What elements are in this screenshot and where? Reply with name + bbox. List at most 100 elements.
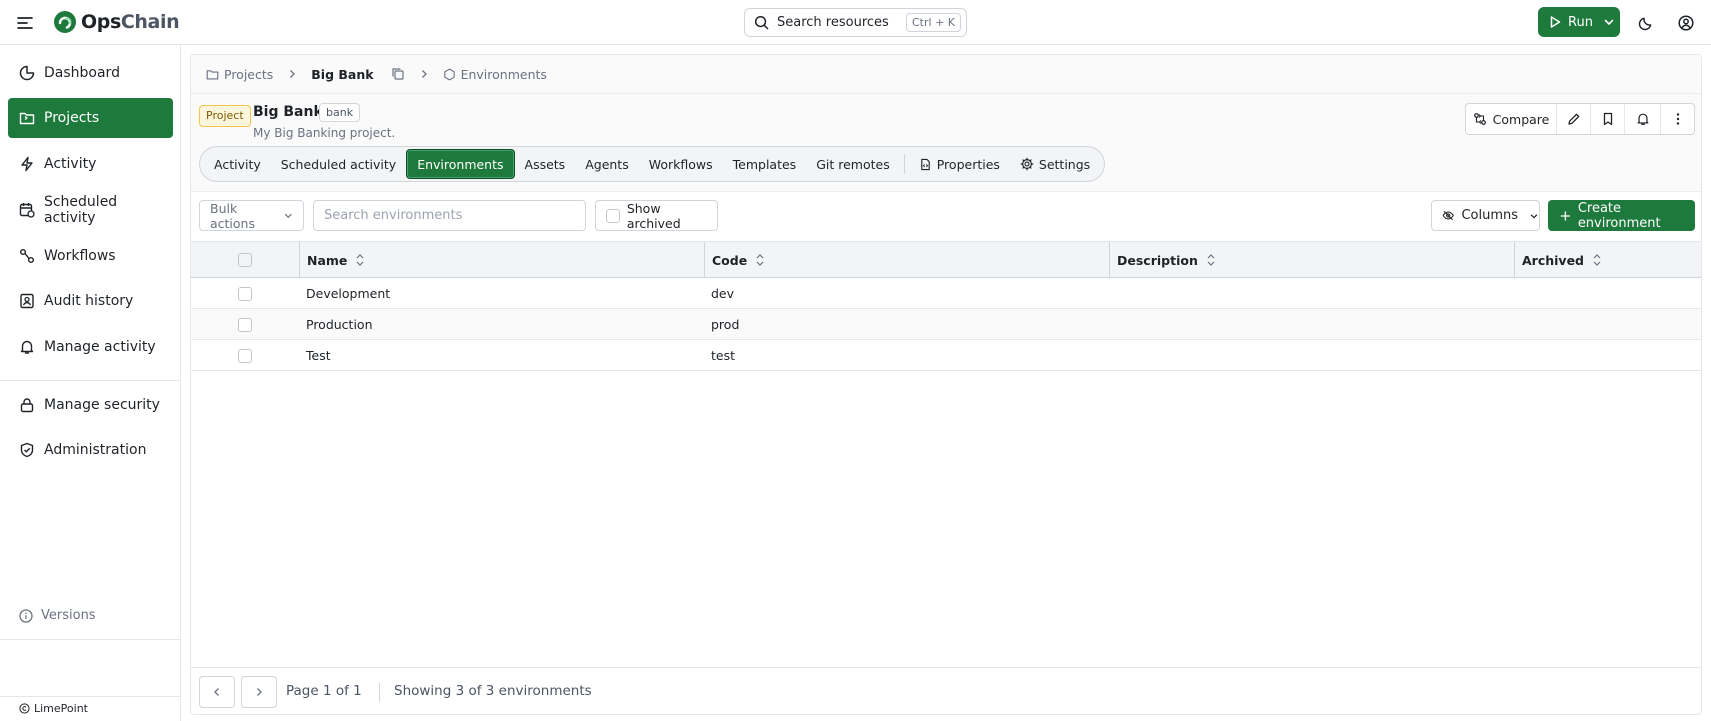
cell-name[interactable]: Production bbox=[306, 309, 373, 340]
theme-toggle-moon-icon[interactable] bbox=[1634, 12, 1656, 34]
tab-assets[interactable]: Assets bbox=[515, 149, 576, 179]
sidebar-divider bbox=[0, 639, 181, 640]
more-vertical-icon[interactable] bbox=[1660, 104, 1694, 134]
sort-icon[interactable] bbox=[1206, 253, 1216, 267]
sort-icon[interactable] bbox=[1592, 253, 1602, 267]
previous-page-button[interactable] bbox=[199, 676, 235, 708]
compare-icon bbox=[1473, 113, 1486, 125]
create-environment-button[interactable]: Create environment bbox=[1548, 200, 1695, 231]
chevron-right-icon bbox=[419, 69, 429, 79]
breadcrumb: Projects Big Bank Environments bbox=[191, 55, 1701, 94]
sidebar-item-label: Projects bbox=[44, 110, 100, 126]
column-header-name[interactable]: Name bbox=[299, 242, 704, 278]
table-row[interactable]: Production prod bbox=[191, 309, 1701, 340]
bulk-actions-dropdown[interactable]: Bulk actions bbox=[199, 200, 304, 231]
table-row[interactable]: Development dev bbox=[191, 278, 1701, 309]
sidebar-item-manage-activity[interactable]: Manage activity bbox=[8, 327, 173, 367]
run-button[interactable]: Run bbox=[1538, 7, 1620, 37]
column-header-description[interactable]: Description bbox=[1109, 242, 1514, 278]
project-actions: Compare bbox=[1465, 103, 1695, 135]
play-icon bbox=[1550, 16, 1561, 28]
hexagon-icon bbox=[443, 67, 455, 81]
cell-code: prod bbox=[711, 317, 740, 332]
sidebar-item-projects[interactable]: Projects bbox=[8, 98, 173, 138]
cell-name[interactable]: Development bbox=[306, 278, 390, 309]
sidebar-item-manage-security[interactable]: Manage security bbox=[8, 385, 173, 425]
user-account-icon[interactable] bbox=[1675, 12, 1697, 34]
tab-scheduled-activity[interactable]: Scheduled activity bbox=[271, 149, 406, 179]
select-all-cell bbox=[191, 242, 299, 278]
compare-button[interactable]: Compare bbox=[1466, 104, 1556, 134]
cell-name[interactable]: Test bbox=[306, 340, 331, 371]
top-bar: OpsChain Search resources Ctrl + K Run bbox=[0, 0, 1711, 45]
column-header-code[interactable]: Code bbox=[704, 242, 1109, 278]
column-header-archived[interactable]: Archived bbox=[1514, 242, 1701, 278]
plus-icon bbox=[1560, 210, 1571, 221]
copyright-icon bbox=[19, 703, 30, 714]
sidebar-item-scheduled-activity[interactable]: Scheduled activity bbox=[8, 190, 173, 230]
cell-code: test bbox=[711, 348, 736, 363]
footer-copyright: LimePoint bbox=[19, 702, 88, 715]
search-icon bbox=[754, 15, 769, 30]
breadcrumb-project[interactable]: Big Bank bbox=[311, 67, 404, 82]
bell-icon bbox=[20, 340, 34, 354]
row-checkbox[interactable] bbox=[238, 286, 252, 301]
app-name: OpsChain bbox=[81, 11, 180, 33]
next-page-button[interactable] bbox=[241, 676, 277, 708]
show-archived-checkbox[interactable] bbox=[606, 208, 620, 223]
app-logo[interactable]: OpsChain bbox=[53, 10, 180, 34]
gear-icon bbox=[1020, 157, 1034, 171]
table-row[interactable]: Test test bbox=[191, 340, 1701, 371]
copy-icon[interactable] bbox=[391, 67, 405, 81]
edit-pencil-icon[interactable] bbox=[1556, 104, 1590, 134]
table-header: Name Code Description Archived bbox=[191, 242, 1701, 278]
table-toolbar: Bulk actions Show archived Columns Creat… bbox=[191, 192, 1701, 242]
breadcrumb-projects-label: Projects bbox=[224, 66, 274, 82]
column-header-label: Code bbox=[712, 252, 748, 268]
sidebar-item-dashboard[interactable]: Dashboard bbox=[8, 53, 173, 93]
sort-icon[interactable] bbox=[355, 253, 365, 267]
sidebar-item-activity[interactable]: Activity bbox=[8, 144, 173, 184]
search-label: Search resources bbox=[777, 15, 889, 30]
environment-search-input[interactable] bbox=[313, 200, 586, 231]
sidebar-item-label: Administration bbox=[44, 442, 147, 458]
sidebar-item-label: Manage activity bbox=[44, 339, 156, 355]
breadcrumb-project-label: Big Bank bbox=[311, 66, 374, 82]
columns-dropdown[interactable]: Columns bbox=[1431, 200, 1540, 231]
tab-properties[interactable]: Properties bbox=[909, 149, 1010, 179]
versions-link[interactable]: Versions bbox=[19, 608, 96, 623]
chevron-left-icon bbox=[214, 688, 219, 696]
chevron-down-icon bbox=[284, 213, 292, 219]
tab-activity[interactable]: Activity bbox=[204, 149, 271, 179]
tab-settings[interactable]: Settings bbox=[1010, 149, 1100, 179]
sort-icon[interactable] bbox=[755, 253, 765, 267]
show-archived-label: Show archived bbox=[626, 200, 681, 231]
notification-bell-icon[interactable] bbox=[1624, 104, 1660, 134]
eye-off-icon bbox=[1442, 210, 1454, 221]
tab-environments[interactable]: Environments bbox=[406, 149, 515, 179]
tab-workflows[interactable]: Workflows bbox=[639, 149, 723, 179]
hamburger-menu-icon[interactable] bbox=[14, 12, 36, 34]
sidebar: Dashboard Projects Activity Scheduled ac… bbox=[0, 45, 181, 721]
sidebar-item-label: Workflows bbox=[44, 248, 116, 264]
bulk-actions-label: Bulk actions bbox=[210, 200, 255, 231]
global-search[interactable]: Search resources Ctrl + K bbox=[744, 8, 967, 37]
sidebar-item-workflows[interactable]: Workflows bbox=[8, 236, 173, 276]
tab-git-remotes[interactable]: Git remotes bbox=[806, 149, 900, 179]
show-archived-toggle[interactable]: Show archived bbox=[595, 200, 718, 231]
row-checkbox[interactable] bbox=[238, 348, 252, 363]
sidebar-item-audit-history[interactable]: Audit history bbox=[8, 281, 173, 321]
row-select-cell bbox=[191, 278, 299, 309]
folder-icon bbox=[19, 112, 35, 125]
project-code-badge: bank bbox=[319, 103, 361, 122]
tab-agents[interactable]: Agents bbox=[575, 149, 639, 179]
project-header: Project Big Bank bank My Big Banking pro… bbox=[191, 94, 1701, 192]
page-indicator: Page 1 of 1 bbox=[286, 683, 362, 699]
breadcrumb-projects[interactable]: Projects bbox=[206, 67, 273, 82]
bookmark-icon[interactable] bbox=[1590, 104, 1624, 134]
tab-templates[interactable]: Templates bbox=[723, 149, 807, 179]
row-checkbox[interactable] bbox=[238, 317, 252, 332]
select-all-checkbox[interactable] bbox=[238, 253, 252, 267]
sidebar-item-administration[interactable]: Administration bbox=[8, 430, 173, 470]
compare-label: Compare bbox=[1492, 111, 1550, 127]
